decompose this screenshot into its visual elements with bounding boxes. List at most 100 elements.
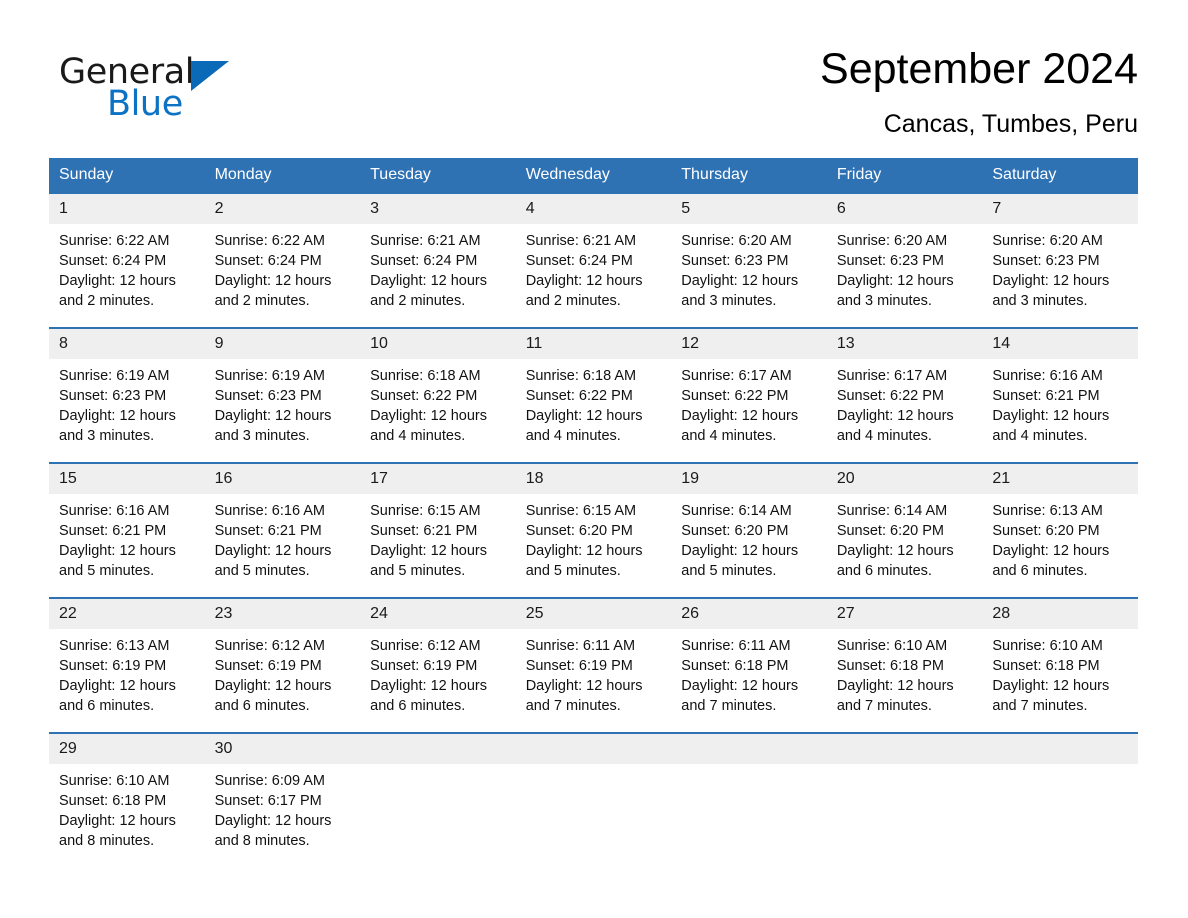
day-number: 8 bbox=[49, 329, 205, 359]
day-number: 22 bbox=[49, 599, 205, 629]
day-cell[interactable]: 27 Sunrise: 6:10 AM Sunset: 6:18 PM Dayl… bbox=[826, 597, 983, 733]
sunrise-text: Sunrise: 6:17 AM bbox=[836, 368, 948, 384]
day-cell[interactable]: 14 Sunrise: 6:16 AM Sunset: 6:21 PM Dayl… bbox=[982, 327, 1138, 463]
day-number: 15 bbox=[49, 464, 205, 494]
day-cell[interactable]: 25 Sunrise: 6:11 AM Sunset: 6:19 PM Dayl… bbox=[515, 597, 672, 733]
day-cell[interactable]: 20 Sunrise: 6:14 AM Sunset: 6:20 PM Dayl… bbox=[826, 462, 983, 598]
sunset-text: Sunset: 6:21 PM bbox=[992, 388, 1100, 404]
sunrise-text: Sunrise: 6:11 AM bbox=[525, 638, 636, 654]
day-details: Sunrise: 6:12 AM Sunset: 6:19 PM Dayligh… bbox=[360, 629, 516, 732]
sunrise-text: Sunrise: 6:16 AM bbox=[59, 503, 170, 519]
daylight-text: Daylight: 12 hours and 3 minutes. bbox=[214, 408, 332, 444]
day-cell[interactable]: 2 Sunrise: 6:22 AM Sunset: 6:24 PM Dayli… bbox=[204, 194, 361, 328]
day-details: Sunrise: 6:15 AM Sunset: 6:21 PM Dayligh… bbox=[360, 494, 516, 597]
sunset-text: Sunset: 6:19 PM bbox=[214, 658, 322, 674]
day-details: Sunrise: 6:09 AM Sunset: 6:17 PM Dayligh… bbox=[205, 764, 361, 867]
calendar-body: 1 Sunrise: 6:22 AM Sunset: 6:24 PM Dayli… bbox=[49, 194, 1138, 867]
daylight-text: Daylight: 12 hours and 7 minutes. bbox=[525, 678, 643, 714]
daylight-text: Daylight: 12 hours and 6 minutes. bbox=[370, 678, 487, 714]
sunset-text: Sunset: 6:20 PM bbox=[992, 523, 1100, 539]
day-cell[interactable]: 8 Sunrise: 6:19 AM Sunset: 6:23 PM Dayli… bbox=[49, 327, 205, 463]
sunset-text: Sunset: 6:18 PM bbox=[992, 658, 1100, 674]
day-number: 25 bbox=[515, 599, 672, 629]
day-details: Sunrise: 6:11 AM Sunset: 6:19 PM Dayligh… bbox=[516, 629, 672, 732]
daylight-text: Daylight: 12 hours and 5 minutes. bbox=[681, 543, 799, 579]
weekday-header-sunday: Sunday bbox=[49, 158, 205, 194]
general-blue-logo: General Blue bbox=[59, 54, 319, 134]
day-cell[interactable]: 28 Sunrise: 6:10 AM Sunset: 6:18 PM Dayl… bbox=[982, 597, 1138, 733]
day-number: 28 bbox=[982, 599, 1138, 629]
day-cell[interactable]: 1 Sunrise: 6:22 AM Sunset: 6:24 PM Dayli… bbox=[49, 194, 205, 328]
day-number bbox=[360, 734, 516, 764]
sunrise-text: Sunrise: 6:22 AM bbox=[59, 233, 170, 249]
day-cell[interactable]: 29 Sunrise: 6:10 AM Sunset: 6:18 PM Dayl… bbox=[49, 732, 205, 867]
sunset-text: Sunset: 6:23 PM bbox=[836, 253, 945, 269]
day-cell[interactable]: 21 Sunrise: 6:13 AM Sunset: 6:20 PM Dayl… bbox=[982, 462, 1138, 598]
day-cell[interactable]: 7 Sunrise: 6:20 AM Sunset: 6:23 PM Dayli… bbox=[982, 194, 1138, 328]
day-cell[interactable]: 26 Sunrise: 6:11 AM Sunset: 6:18 PM Dayl… bbox=[671, 597, 827, 733]
calendar-week-row: 22 Sunrise: 6:13 AM Sunset: 6:19 PM Dayl… bbox=[49, 597, 1138, 733]
weekday-header-thursday: Thursday bbox=[671, 158, 827, 194]
day-cell[interactable]: 17 Sunrise: 6:15 AM Sunset: 6:21 PM Dayl… bbox=[360, 462, 516, 598]
sunrise-text: Sunrise: 6:18 AM bbox=[525, 368, 637, 384]
sunrise-text: Sunrise: 6:20 AM bbox=[992, 233, 1103, 249]
daylight-text: Daylight: 12 hours and 5 minutes. bbox=[370, 543, 487, 579]
day-cell[interactable]: 4 Sunrise: 6:21 AM Sunset: 6:24 PM Dayli… bbox=[515, 194, 672, 328]
day-cell[interactable]: 22 Sunrise: 6:13 AM Sunset: 6:19 PM Dayl… bbox=[49, 597, 205, 733]
daylight-text: Daylight: 12 hours and 6 minutes. bbox=[836, 543, 954, 579]
sunset-text: Sunset: 6:20 PM bbox=[681, 523, 789, 539]
day-cell[interactable]: 11 Sunrise: 6:18 AM Sunset: 6:22 PM Dayl… bbox=[515, 327, 672, 463]
daylight-text: Daylight: 12 hours and 6 minutes. bbox=[992, 543, 1110, 579]
day-number: 11 bbox=[515, 329, 672, 359]
day-cell[interactable]: 5 Sunrise: 6:20 AM Sunset: 6:23 PM Dayli… bbox=[671, 194, 827, 328]
day-details: Sunrise: 6:15 AM Sunset: 6:20 PM Dayligh… bbox=[516, 494, 672, 597]
day-details: Sunrise: 6:10 AM Sunset: 6:18 PM Dayligh… bbox=[827, 629, 983, 732]
day-cell[interactable]: 9 Sunrise: 6:19 AM Sunset: 6:23 PM Dayli… bbox=[204, 327, 361, 463]
weekday-header-friday: Friday bbox=[826, 158, 983, 194]
day-cell[interactable]: 24 Sunrise: 6:12 AM Sunset: 6:19 PM Dayl… bbox=[360, 597, 516, 733]
day-cell[interactable]: 23 Sunrise: 6:12 AM Sunset: 6:19 PM Dayl… bbox=[204, 597, 361, 733]
daylight-text: Daylight: 12 hours and 7 minutes. bbox=[681, 678, 799, 714]
day-cell[interactable]: 12 Sunrise: 6:17 AM Sunset: 6:22 PM Dayl… bbox=[671, 327, 827, 463]
daylight-text: Daylight: 12 hours and 8 minutes. bbox=[59, 813, 176, 849]
day-cell[interactable]: 19 Sunrise: 6:14 AM Sunset: 6:20 PM Dayl… bbox=[671, 462, 827, 598]
daylight-text: Daylight: 12 hours and 3 minutes. bbox=[992, 273, 1110, 309]
sunset-text: Sunset: 6:22 PM bbox=[681, 388, 789, 404]
sunrise-text: Sunrise: 6:15 AM bbox=[370, 503, 481, 519]
sunrise-text: Sunrise: 6:19 AM bbox=[59, 368, 170, 384]
sunrise-text: Sunrise: 6:10 AM bbox=[992, 638, 1103, 654]
sunset-text: Sunset: 6:22 PM bbox=[370, 388, 478, 404]
day-details: Sunrise: 6:20 AM Sunset: 6:23 PM Dayligh… bbox=[671, 224, 827, 327]
sunrise-text: Sunrise: 6:13 AM bbox=[992, 503, 1103, 519]
day-cell-empty bbox=[982, 732, 1138, 867]
day-cell[interactable]: 18 Sunrise: 6:15 AM Sunset: 6:20 PM Dayl… bbox=[515, 462, 672, 598]
day-cell[interactable]: 6 Sunrise: 6:20 AM Sunset: 6:23 PM Dayli… bbox=[826, 194, 983, 328]
daylight-text: Daylight: 12 hours and 2 minutes. bbox=[525, 273, 643, 309]
day-cell[interactable]: 13 Sunrise: 6:17 AM Sunset: 6:22 PM Dayl… bbox=[826, 327, 983, 463]
sunrise-text: Sunrise: 6:09 AM bbox=[214, 773, 325, 789]
day-number: 24 bbox=[360, 599, 516, 629]
day-cell[interactable]: 3 Sunrise: 6:21 AM Sunset: 6:24 PM Dayli… bbox=[360, 194, 516, 328]
day-details: Sunrise: 6:17 AM Sunset: 6:22 PM Dayligh… bbox=[827, 359, 983, 462]
day-details: Sunrise: 6:19 AM Sunset: 6:23 PM Dayligh… bbox=[205, 359, 361, 462]
day-details: Sunrise: 6:12 AM Sunset: 6:19 PM Dayligh… bbox=[205, 629, 361, 732]
day-details: Sunrise: 6:19 AM Sunset: 6:23 PM Dayligh… bbox=[49, 359, 205, 462]
daylight-text: Daylight: 12 hours and 2 minutes. bbox=[370, 273, 487, 309]
calendar-table: Sunday Monday Tuesday Wednesday Thursday… bbox=[49, 158, 1138, 867]
day-cell[interactable]: 10 Sunrise: 6:18 AM Sunset: 6:22 PM Dayl… bbox=[360, 327, 516, 463]
day-details: Sunrise: 6:16 AM Sunset: 6:21 PM Dayligh… bbox=[49, 494, 205, 597]
day-cell[interactable]: 16 Sunrise: 6:16 AM Sunset: 6:21 PM Dayl… bbox=[204, 462, 361, 598]
daylight-text: Daylight: 12 hours and 6 minutes. bbox=[214, 678, 332, 714]
day-details: Sunrise: 6:18 AM Sunset: 6:22 PM Dayligh… bbox=[360, 359, 516, 462]
sunset-text: Sunset: 6:19 PM bbox=[370, 658, 478, 674]
daylight-text: Daylight: 12 hours and 4 minutes. bbox=[370, 408, 487, 444]
sunset-text: Sunset: 6:18 PM bbox=[836, 658, 945, 674]
sunset-text: Sunset: 6:17 PM bbox=[214, 793, 322, 809]
daylight-text: Daylight: 12 hours and 7 minutes. bbox=[836, 678, 954, 714]
day-details: Sunrise: 6:21 AM Sunset: 6:24 PM Dayligh… bbox=[360, 224, 516, 327]
day-cell[interactable]: 30 Sunrise: 6:09 AM Sunset: 6:17 PM Dayl… bbox=[204, 732, 361, 867]
daylight-text: Daylight: 12 hours and 2 minutes. bbox=[59, 273, 176, 309]
day-cell[interactable]: 15 Sunrise: 6:16 AM Sunset: 6:21 PM Dayl… bbox=[49, 462, 205, 598]
day-details: Sunrise: 6:20 AM Sunset: 6:23 PM Dayligh… bbox=[827, 224, 983, 327]
sunset-text: Sunset: 6:22 PM bbox=[525, 388, 633, 404]
